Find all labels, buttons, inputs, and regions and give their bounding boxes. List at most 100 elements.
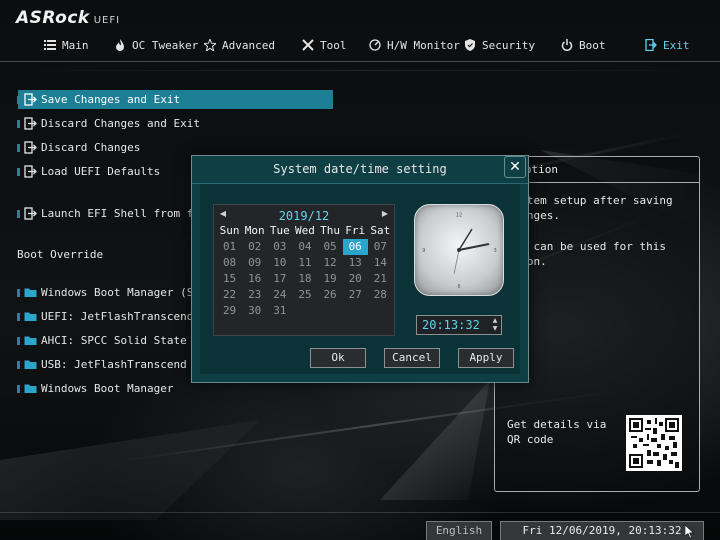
calendar-day[interactable]: 14 <box>368 255 393 271</box>
calendar-day[interactable]: 21 <box>368 271 393 287</box>
calendar-day[interactable]: 17 <box>267 271 292 287</box>
tab-advanced[interactable]: Advanced <box>204 36 275 54</box>
calendar-day[interactable]: 29 <box>217 303 242 319</box>
menu-item-label: Discard Changes and Exit <box>41 117 200 130</box>
next-month-icon[interactable]: ▶ <box>379 207 391 221</box>
menu-save-changes-and-exit[interactable]: Save Changes and Exit <box>17 90 333 109</box>
menu-discard-changes-and-exit[interactable]: Discard Changes and Exit <box>17 114 200 133</box>
calendar-day[interactable]: 01 <box>217 239 242 255</box>
calendar-day[interactable]: 18 <box>292 271 317 287</box>
calendar-day[interactable]: 04 <box>292 239 317 255</box>
item-marker <box>17 337 20 345</box>
menu-discard-changes[interactable]: Discard Changes <box>17 138 140 157</box>
calendar-day[interactable]: 28 <box>368 287 393 303</box>
stepper-up-icon[interactable]: ▲ <box>490 317 500 325</box>
calendar-day[interactable]: 09 <box>242 255 267 271</box>
calendar-day[interactable]: 13 <box>343 255 368 271</box>
weekday-label: Wed <box>295 224 315 237</box>
calendar-day[interactable]: 16 <box>242 271 267 287</box>
cancel-button[interactable]: Cancel <box>384 348 440 368</box>
qr-code-icon <box>629 418 679 468</box>
shield-icon <box>465 39 475 51</box>
boot-item-uefi-jetflash[interactable]: UEFI: JetFlashTranscend 8G <box>17 307 214 326</box>
calendar-day[interactable]: 12 <box>318 255 343 271</box>
top-nav-bar: Main OC Tweaker Advanced Tool H/W Monito… <box>0 24 720 62</box>
language-button[interactable]: English <box>426 521 492 540</box>
folder-icon <box>24 336 37 345</box>
menu-item-label: AHCI: SPCC Solid State Di <box>41 334 207 347</box>
calendar-day[interactable]: 15 <box>217 271 242 287</box>
calendar-day[interactable]: 27 <box>343 287 368 303</box>
item-marker <box>17 313 20 321</box>
menu-item-label: Launch EFI Shell from file <box>41 207 214 220</box>
calendar-day[interactable]: 10 <box>267 255 292 271</box>
calendar-day[interactable]: 24 <box>267 287 292 303</box>
calendar-day[interactable]: 25 <box>292 287 317 303</box>
boot-item-windows-boot-manager[interactable]: Windows Boot Manager <box>17 379 173 398</box>
ok-button[interactable]: Ok <box>310 348 366 368</box>
tab-exit[interactable]: Exit <box>645 36 690 54</box>
datetime-display[interactable]: Fri 12/06/2019, 20:13:32 <box>500 521 704 540</box>
menu-item-label: UEFI: JetFlashTranscend 8G <box>41 310 214 323</box>
menu-launch-efi-shell[interactable]: Launch EFI Shell from file <box>17 204 214 223</box>
apply-button[interactable]: Apply <box>458 348 514 368</box>
calendar-day[interactable]: 22 <box>217 287 242 303</box>
status-bar: English Fri 12/06/2019, 20:13:32 <box>0 512 720 540</box>
calendar-empty-cell <box>292 303 317 319</box>
svg-text:3: 3 <box>494 248 497 254</box>
tab-hw-monitor[interactable]: H/W Monitor <box>369 36 460 54</box>
tab-security-label: Security <box>482 38 535 52</box>
item-marker <box>17 361 20 369</box>
item-marker <box>17 289 20 297</box>
tab-oc-tweaker[interactable]: OC Tweaker <box>114 36 198 54</box>
stepper-down-icon[interactable]: ▼ <box>490 325 500 333</box>
tab-main[interactable]: Main <box>44 36 89 54</box>
svg-text:12: 12 <box>456 213 462 219</box>
calendar-day[interactable]: 26 <box>318 287 343 303</box>
star-icon <box>204 39 216 51</box>
calendar-day[interactable]: 02 <box>242 239 267 255</box>
tools-icon <box>302 39 314 51</box>
calendar-week-row: 29 30 31 <box>217 303 393 319</box>
calendar-day[interactable]: 08 <box>217 255 242 271</box>
weekday-label: Sun <box>219 224 240 237</box>
tab-boot[interactable]: Boot <box>561 36 606 54</box>
calendar-day[interactable]: 06 <box>342 239 368 255</box>
boot-item-ahci-spcc[interactable]: AHCI: SPCC Solid State Di <box>17 331 207 350</box>
exit-icon <box>24 165 37 178</box>
item-marker <box>17 210 20 218</box>
list-icon <box>44 40 56 50</box>
calendar-day[interactable]: 05 <box>318 239 343 255</box>
menu-load-uefi-defaults[interactable]: Load UEFI Defaults <box>17 162 160 181</box>
dialog-title: System date/time setting <box>192 156 528 184</box>
calendar-week-row: 22 23 24 25 26 27 28 <box>217 287 393 303</box>
folder-icon <box>24 360 37 369</box>
qr-caption: Get details via QR code <box>507 418 607 446</box>
tab-security[interactable]: Security <box>464 36 535 54</box>
calendar-month-label: 2019/12 <box>278 209 330 223</box>
boot-item-usb-jetflash[interactable]: USB: JetFlashTranscend 8GB <box>17 355 213 374</box>
power-icon <box>561 39 573 51</box>
tab-tool[interactable]: Tool <box>302 36 347 54</box>
item-marker <box>17 120 20 128</box>
close-button[interactable]: ✕ <box>504 156 526 178</box>
calendar-day[interactable]: 11 <box>292 255 317 271</box>
calendar-day[interactable]: 07 <box>368 239 393 255</box>
tab-main-label: Main <box>62 38 89 52</box>
item-marker <box>17 96 20 104</box>
calendar-day[interactable]: 30 <box>242 303 267 319</box>
calendar-day[interactable]: 20 <box>343 271 368 287</box>
calendar-widget: ◀ 2019/12 ▶ Sun Mon Tue Wed Thu Fri Sat 01 02 03 0… <box>213 204 395 336</box>
weekday-header-row: Sun Mon Tue Wed Thu Fri Sat <box>217 223 393 239</box>
exit-icon <box>24 141 37 154</box>
time-stepper[interactable]: ▲ ▼ <box>490 317 500 333</box>
calendar-day[interactable]: 03 <box>267 239 292 255</box>
item-marker <box>17 168 20 176</box>
time-input[interactable]: 20:13:32 ▲ ▼ <box>416 315 502 335</box>
exit-icon <box>24 207 37 220</box>
calendar-day[interactable]: 23 <box>242 287 267 303</box>
boot-item-windows-boot-manager-spcc[interactable]: Windows Boot Manager (SPCC <box>17 283 213 302</box>
calendar-day[interactable]: 31 <box>267 303 292 319</box>
tab-tool-label: Tool <box>320 38 347 52</box>
calendar-day[interactable]: 19 <box>318 271 343 287</box>
